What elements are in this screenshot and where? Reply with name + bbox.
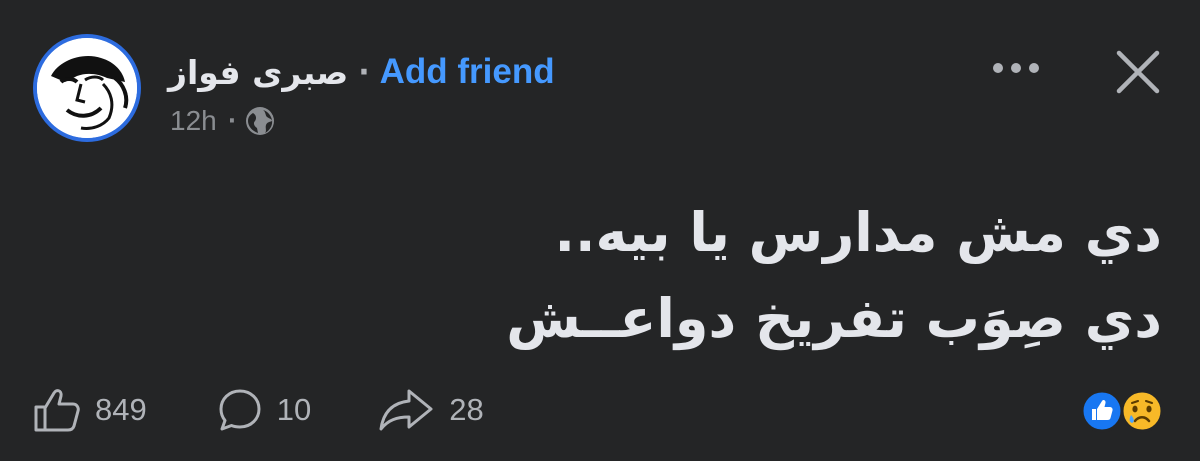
globe-icon[interactable] xyxy=(245,106,275,136)
like-count: 849 xyxy=(95,392,147,427)
like-button[interactable]: 849 xyxy=(33,387,147,433)
author-name[interactable]: صبرى فواز xyxy=(168,53,348,92)
post-meta: 12h · xyxy=(170,103,275,139)
close-icon xyxy=(1116,50,1160,94)
avatar-portrait-icon xyxy=(37,38,137,138)
share-arrow-icon xyxy=(379,389,433,431)
post-timestamp[interactable]: 12h xyxy=(170,105,217,137)
thumbs-up-icon xyxy=(34,389,80,432)
meta-separator: · xyxy=(227,108,237,134)
post-text-line-2: دي صِوَب تفريخ دواعــش xyxy=(506,287,1162,350)
like-reaction-icon xyxy=(1080,389,1124,433)
share-count: 28 xyxy=(449,392,484,427)
more-options-button[interactable] xyxy=(988,48,1044,88)
comment-count: 10 xyxy=(276,392,312,427)
facebook-post: صبرى فواز · Add friend 12h · دي مش مدارس… xyxy=(0,0,1200,461)
close-button[interactable] xyxy=(1108,42,1168,102)
author-avatar[interactable] xyxy=(33,34,141,142)
post-actions: 849 10 28 xyxy=(33,380,484,440)
more-horizontal-icon xyxy=(993,63,1039,73)
author-line: صبرى فواز · Add friend xyxy=(168,50,555,94)
post-text-line-1: دي مش مدارس يا بيه.. xyxy=(554,201,1162,264)
add-friend-link[interactable]: Add friend xyxy=(380,52,555,92)
reaction-summary[interactable] xyxy=(1076,385,1176,435)
name-separator: · xyxy=(358,54,370,90)
share-button[interactable]: 28 xyxy=(377,387,484,433)
sad-reaction-icon xyxy=(1120,389,1164,433)
comment-bubble-icon xyxy=(219,389,261,431)
comment-button[interactable]: 10 xyxy=(217,387,311,433)
post-body: دي مش مدارس يا بيه.. دي صِوَب تفريخ دواع… xyxy=(162,190,1162,362)
